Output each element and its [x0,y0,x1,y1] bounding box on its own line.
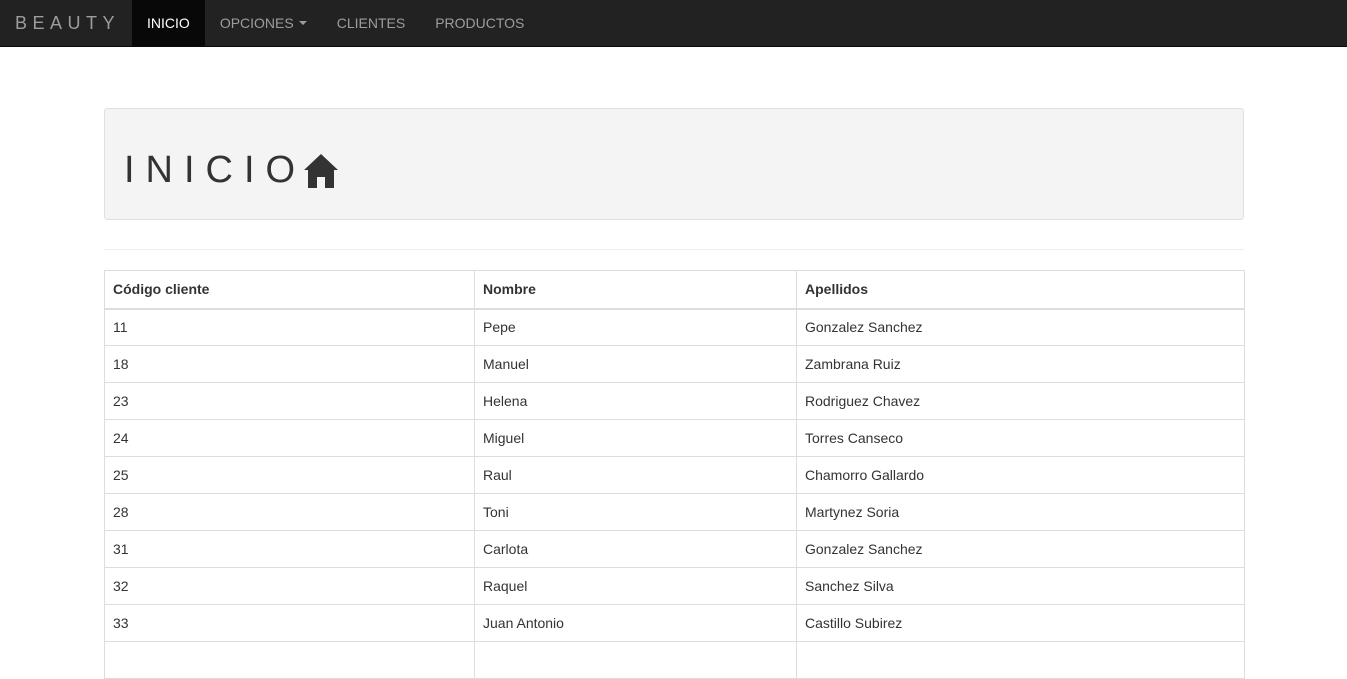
cell-codigo: 23 [104,382,475,420]
table-row: 25 Raul Chamorro Gallardo [104,456,1245,494]
cell-codigo: 33 [104,604,475,642]
caret-down-icon [298,21,307,25]
table-row: 11 Pepe Gonzalez Sanchez [104,308,1245,346]
nav-item-inicio[interactable]: INICIO [132,0,205,46]
cell-apellidos: Torres Canseco [796,419,1245,457]
cell-nombre: Toni [474,493,797,531]
column-header-nombre: Nombre [474,270,797,310]
brand-logo[interactable]: BEAUTY [0,0,132,46]
page-title-group: INICIO [124,149,340,192]
cell-codigo: 24 [104,419,475,457]
cell-apellidos: Gonzalez Sanchez [796,308,1245,346]
cell-apellidos: Martynez Soria [796,493,1245,531]
clients-table-container: Código cliente Nombre Apellidos 11 Pepe … [104,270,1245,679]
nav-item-opciones[interactable]: OPCIONES [205,0,322,46]
cell-codigo: 18 [104,345,475,383]
table-row: 31 Carlota Gonzalez Sanchez [104,530,1245,568]
nav-item-label: CLIENTES [336,15,406,31]
nav-item-label: INICIO [147,15,190,31]
cell-apellidos: Castillo Subirez [796,604,1245,642]
nav-item-label: PRODUCTOS [435,15,525,31]
section-divider [104,249,1244,250]
column-header-apellidos: Apellidos [796,270,1245,310]
table-row: 23 Helena Rodriguez Chavez [104,382,1245,420]
cell-nombre [474,641,797,679]
table-row [104,641,1245,679]
table-header-row: Código cliente Nombre Apellidos [104,270,1245,310]
cell-apellidos: Chamorro Gallardo [796,456,1245,494]
top-navbar: BEAUTY INICIO OPCIONES CLIENTES PRODUCTO… [0,0,1347,47]
cell-codigo: 31 [104,530,475,568]
cell-apellidos: Rodriguez Chavez [796,382,1245,420]
cell-codigo: 25 [104,456,475,494]
clients-table: Código cliente Nombre Apellidos 11 Pepe … [104,270,1245,679]
cell-nombre: Manuel [474,345,797,383]
cell-codigo: 11 [104,308,475,346]
cell-nombre: Helena [474,382,797,420]
table-row: 32 Raquel Sanchez Silva [104,567,1245,605]
cell-nombre: Raul [474,456,797,494]
table-row: 33 Juan Antonio Castillo Subirez [104,604,1245,642]
cell-nombre: Juan Antonio [474,604,797,642]
cell-apellidos [796,641,1245,679]
cell-nombre: Carlota [474,530,797,568]
page-header-panel: INICIO [104,108,1244,220]
nav-item-productos[interactable]: PRODUCTOS [420,0,539,46]
cell-nombre: Miguel [474,419,797,457]
cell-apellidos: Gonzalez Sanchez [796,530,1245,568]
column-header-codigo: Código cliente [104,270,475,310]
table-row: 28 Toni Martynez Soria [104,493,1245,531]
home-icon [304,153,339,188]
nav-item-label: OPCIONES [219,15,294,31]
table-body: 11 Pepe Gonzalez Sanchez 18 Manuel Zambr… [104,308,1245,679]
cell-apellidos: Zambrana Ruiz [796,345,1245,383]
nav-item-clientes[interactable]: CLIENTES [322,0,420,46]
cell-codigo [104,641,475,679]
cell-codigo: 28 [104,493,475,531]
table-row: 18 Manuel Zambrana Ruiz [104,345,1245,383]
cell-apellidos: Sanchez Silva [796,567,1245,605]
page-title: INICIO [124,149,307,191]
cell-codigo: 32 [104,567,475,605]
cell-nombre: Raquel [474,567,797,605]
cell-nombre: Pepe [474,308,797,346]
table-row: 24 Miguel Torres Canseco [104,419,1245,457]
